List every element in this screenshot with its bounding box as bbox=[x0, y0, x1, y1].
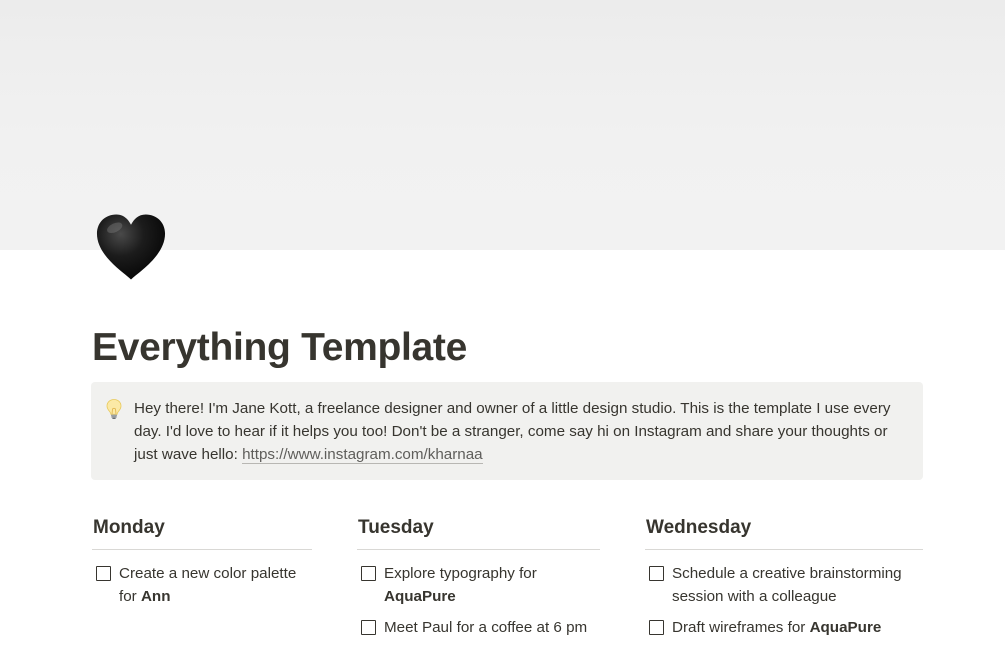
todo-checkbox[interactable] bbox=[361, 566, 376, 581]
column-heading[interactable]: Monday bbox=[92, 514, 312, 542]
callout-text: Hey there! I'm Jane Kott, a freelance de… bbox=[134, 397, 909, 466]
todo-item: Draft wireframes for AquaPure bbox=[645, 616, 923, 639]
todo-text[interactable]: Explore typography for bbox=[384, 565, 537, 582]
column-wednesday: Wednesday Schedule a creative brainstorm… bbox=[645, 514, 923, 639]
todo-checkbox[interactable] bbox=[361, 620, 376, 635]
divider bbox=[357, 549, 600, 550]
todo-text[interactable]: Draft wireframes for bbox=[672, 619, 810, 636]
todo-item: Schedule a creative brainstorming sessio… bbox=[645, 562, 923, 608]
instagram-link[interactable]: https://www.instagram.com/kharnaa bbox=[242, 446, 483, 464]
todo-text-bold[interactable]: AquaPure bbox=[384, 588, 456, 605]
todo-text[interactable]: Schedule a creative brainstorming sessio… bbox=[672, 565, 902, 605]
todo-text[interactable]: Meet Paul for a coffee at 6 pm bbox=[384, 619, 587, 636]
page-title[interactable]: Everything Template bbox=[92, 326, 467, 370]
todo-checkbox[interactable] bbox=[96, 566, 111, 581]
column-heading[interactable]: Tuesday bbox=[357, 514, 600, 542]
todo-item: Create a new color palette for Ann bbox=[92, 562, 312, 608]
todo-text-bold[interactable]: AquaPure bbox=[810, 619, 882, 636]
todo-text-bold[interactable]: Ann bbox=[141, 588, 171, 605]
todo-item: Meet Paul for a coffee at 6 pm bbox=[357, 616, 600, 639]
column-heading[interactable]: Wednesday bbox=[645, 514, 923, 542]
light-bulb-icon[interactable] bbox=[105, 398, 123, 420]
intro-callout: Hey there! I'm Jane Kott, a freelance de… bbox=[91, 382, 923, 480]
column-monday: Monday Create a new color palette for An… bbox=[92, 514, 312, 608]
column-tuesday: Tuesday Explore typography for AquaPure … bbox=[357, 514, 600, 639]
todo-item: Explore typography for AquaPure bbox=[357, 562, 600, 608]
black-heart-icon[interactable] bbox=[92, 208, 170, 286]
todo-checkbox[interactable] bbox=[649, 620, 664, 635]
divider bbox=[92, 549, 312, 550]
divider bbox=[645, 549, 923, 550]
todo-checkbox[interactable] bbox=[649, 566, 664, 581]
